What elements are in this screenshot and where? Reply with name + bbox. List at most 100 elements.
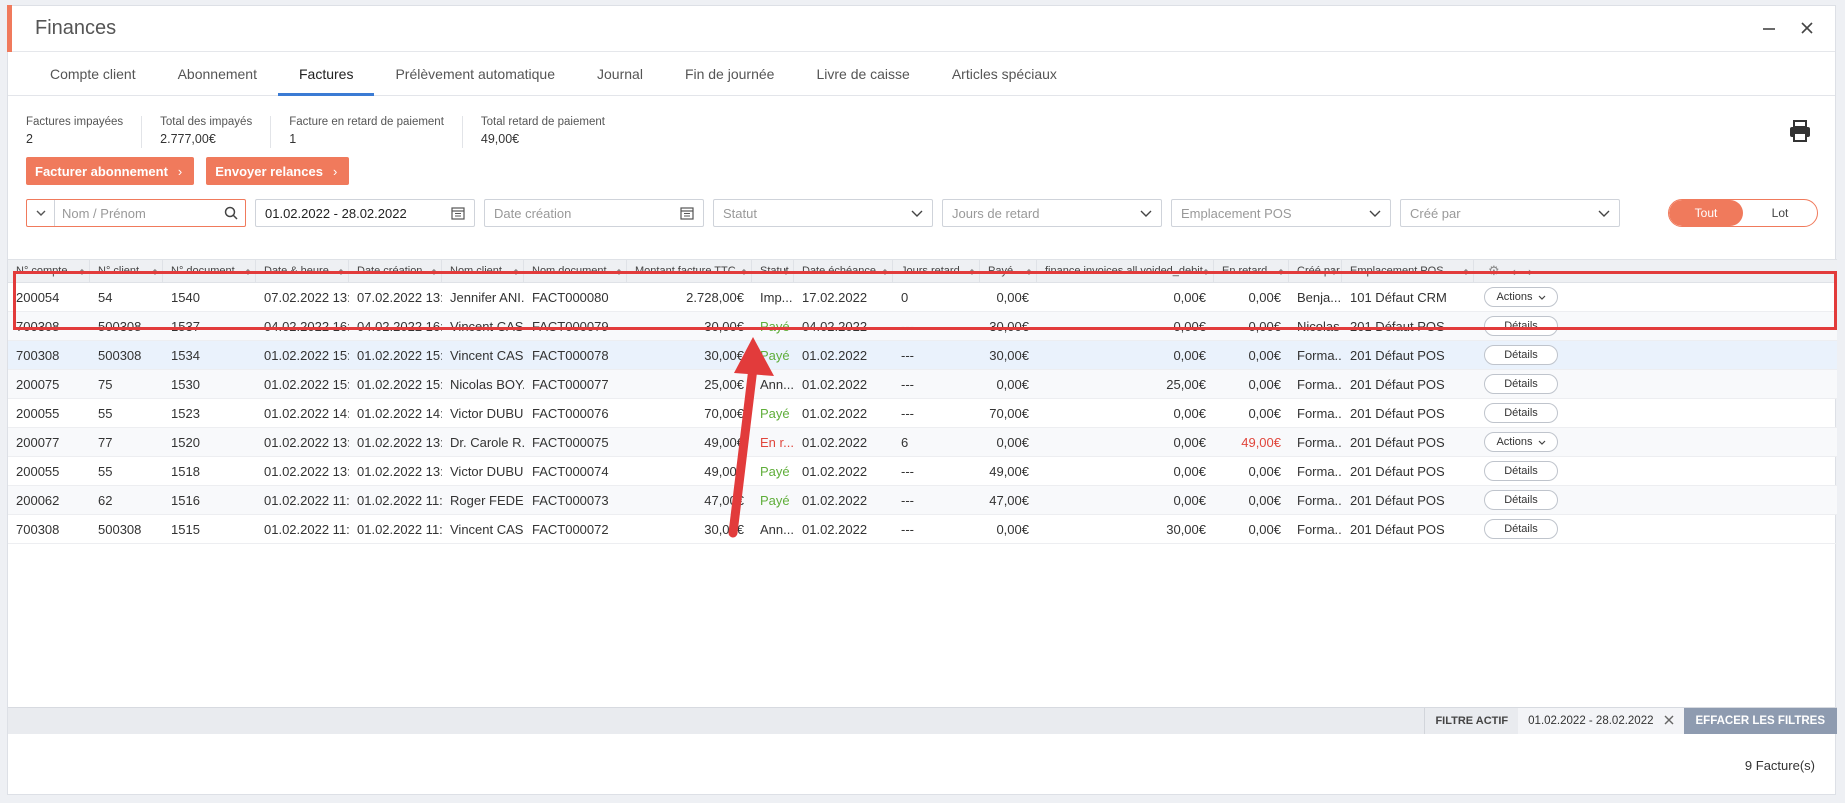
column-header[interactable]: Créé par ◆ [1289,260,1342,282]
cell-echeance: 01.02.2022 [802,405,868,421]
toggle-all[interactable]: Tout [1669,200,1743,226]
cell-pos: 201 Défaut POS [1350,405,1445,421]
tab-fin-de-journ-e[interactable]: Fin de journée [664,52,796,95]
cell-client: 500308 [98,347,142,363]
tab-compte-client[interactable]: Compte client [29,52,157,95]
created-by-select[interactable]: Créé par [1400,199,1620,227]
table-row[interactable]: 700308 500308 1515 01.02.2022 11:... 01.02.2… [8,515,1837,544]
table-row[interactable]: 200075 75 1530 01.02.2022 15:... 01.02.2022 … [8,370,1837,399]
send-reminders-button[interactable]: Envoyer relances › [206,157,350,185]
close-button[interactable] [1797,18,1817,38]
search-icon[interactable] [217,206,245,220]
sort-icon: ◆ [244,266,251,276]
cell-dateheure: 01.02.2022 11:... [264,492,349,508]
cell-paye: 0,00€ [996,376,1029,392]
cell-doc: 1537 [171,318,200,334]
table-row[interactable]: 200054 54 1540 07.02.2022 13:... 07.02.2022 … [8,283,1837,312]
table-row[interactable]: 200062 62 1516 01.02.2022 11:... 01.02.2022 … [8,486,1837,515]
cell-creation: 04.02.2022 16:... [357,318,442,334]
row-details-button[interactable]: Détails [1484,316,1558,336]
toggle-lot[interactable]: Lot [1743,200,1817,226]
column-header[interactable]: finance.invoices.all.voided_debit ◆ [1037,260,1214,282]
cell-actions: Détails [1474,312,1570,340]
column-header[interactable]: Date & heure ◆ [256,260,349,282]
column-header[interactable]: Date création ◆ [349,260,442,282]
sort-icon: ◆ [1462,266,1469,276]
print-button[interactable] [1788,119,1814,145]
search-mode-dropdown[interactable] [27,200,55,226]
stat-value: 1 [289,132,297,146]
settings-icon[interactable]: ⚙ [1488,263,1500,279]
late-days-select[interactable]: Jours de retard [942,199,1162,227]
summary-stats: Factures impayées 2 Total des impayés 2.777… [8,96,1835,152]
cell-retard: 0,00€ [1248,347,1281,363]
row-details-button[interactable]: Détails [1484,403,1558,423]
tab-livre-de-caisse[interactable]: Livre de caisse [795,52,930,95]
column-header[interactable]: Statut ◆ [752,260,794,282]
minimize-button[interactable] [1759,18,1779,38]
cell-actions: Détails [1474,486,1570,514]
tab-journal[interactable]: Journal [576,52,664,95]
row-details-button[interactable]: Détails [1484,374,1558,394]
column-header[interactable]: Emplacement POS ◆ [1342,260,1474,282]
column-header[interactable]: Jours retard ◆ [893,260,980,282]
cell-nom: Nicolas BOY... [450,376,524,392]
scroll-right-icon[interactable]: › [1528,264,1532,279]
cell-actions: Actions [1474,283,1570,311]
table-row[interactable]: 700308 500308 1537 04.02.2022 16:... 04.02.2… [8,312,1837,341]
remove-filter-button[interactable] [1664,715,1674,728]
active-filter-label: FILTRE ACTIF [1424,708,1518,734]
scroll-left-icon[interactable]: ‹ [1512,264,1516,279]
cell-montant: 49,00€ [704,463,744,479]
tab-articles-sp-ciaux[interactable]: Articles spéciaux [931,52,1078,95]
date-range-input[interactable]: 01.02.2022 - 28.02.2022 [255,199,475,227]
table-row[interactable]: 200077 77 1520 01.02.2022 13:... 01.02.2022 … [8,428,1837,457]
column-header[interactable]: Payé ◆ [980,260,1037,282]
column-header[interactable]: Date échéance ◆ [794,260,893,282]
column-header[interactable]: Nom document ◆ [524,260,627,282]
cell-nomdoc: FACT000075 [532,434,609,450]
cell-creation: 01.02.2022 15:... [357,347,442,363]
creation-date-input[interactable]: Date création [484,199,704,227]
cell-jours: 0 [901,289,909,305]
row-details-button[interactable]: Détails [1484,345,1558,365]
row-details-button[interactable]: Détails [1484,461,1558,481]
column-header[interactable]: Nom client ◆ [442,260,524,282]
column-header[interactable]: Montant facture TTC ◆ [627,260,752,282]
bill-subscription-button[interactable]: Facturer abonnement › [26,157,195,185]
row-actions-button[interactable]: Actions [1484,432,1558,452]
window-accent [7,5,12,52]
cell-paye: 70,00€ [989,405,1029,421]
table-row[interactable]: 700308 500308 1534 01.02.2022 15:... 01.02.2… [8,341,1837,370]
column-header[interactable]: N° client ◆ [90,260,163,282]
tab-factures[interactable]: Factures [278,52,375,96]
cell-cree: Forma... [1297,405,1342,421]
column-header[interactable]: N° compte ◆ [8,260,90,282]
clear-filters-button[interactable]: EFFACER LES FILTRES [1683,708,1837,734]
pos-location-select[interactable]: Emplacement POS [1171,199,1391,227]
cell-retard: 0,00€ [1248,376,1281,392]
column-header[interactable]: En retard ◆ [1214,260,1289,282]
cell-actions: Actions [1474,428,1570,456]
sort-icon: ◆ [512,266,519,276]
sort-icon: ◆ [968,266,975,276]
cell-nomdoc: FACT000072 [532,521,609,537]
cell-compte: 700308 [16,521,60,537]
row-details-button[interactable]: Détails [1484,490,1558,510]
table-row[interactable]: 200055 55 1518 01.02.2022 13:... 01.02.2022 … [8,457,1837,486]
cell-nomdoc: FACT000073 [532,492,609,508]
calendar-icon [451,207,465,220]
cell-statut: En r... [760,434,794,450]
tab-abonnement[interactable]: Abonnement [157,52,278,95]
row-details-button[interactable]: Détails [1484,519,1558,539]
column-header[interactable]: N° document ◆ [163,260,256,282]
cell-nomdoc: FACT000080 [532,289,609,305]
name-search-input[interactable]: Nom / Prénom [55,206,217,221]
cell-actions: Détails [1474,515,1570,543]
row-actions-button[interactable]: Actions [1484,287,1558,307]
table-row[interactable]: 200055 55 1523 01.02.2022 14:... 01.02.2022 … [8,399,1837,428]
active-filter-chip: 01.02.2022 - 28.02.2022 [1518,708,1684,734]
status-select[interactable]: Statut [713,199,933,227]
cell-jours: --- [901,521,914,537]
tab-pr-l-vement-automatique[interactable]: Prélèvement automatique [374,52,576,95]
